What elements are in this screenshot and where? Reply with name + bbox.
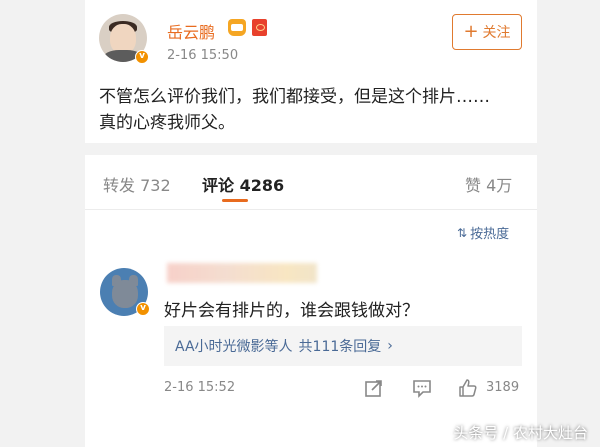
share-icon[interactable] <box>364 378 384 398</box>
sort-label: 按热度 <box>470 227 510 242</box>
chevron-right-icon: › <box>387 338 393 354</box>
follow-button[interactable]: + 关注 <box>452 14 522 50</box>
watermark: 头条号 / 农村大灶台 <box>453 424 588 442</box>
sort-icon: ⇅ <box>457 225 468 240</box>
follow-label: 关注 <box>482 25 511 41</box>
reply-count: 共111条回复 <box>298 339 382 355</box>
post-text-line: 真的心疼我师父。 <box>99 113 235 133</box>
weibo-card: v 岳云鹏 2-16 15:50 + 关注 不管怎么评价我们，我们都接受，但是这… <box>85 0 537 447</box>
crown-icon <box>228 19 246 36</box>
replies-link[interactable]: AA小时光微影等人 共111条回复 › <box>164 326 522 366</box>
post-text-line: 不管怎么评价我们，我们都接受，但是这个排片…… <box>99 87 490 107</box>
active-tab-indicator <box>222 199 248 202</box>
reply-names: AA小时光微影等人 <box>175 339 293 355</box>
section-divider <box>85 143 537 155</box>
post-text: 不管怎么评价我们，我们都接受，但是这个排片…… 真的心疼我师父。 <box>99 84 529 136</box>
comment-text: 好片会有排片的，谁会跟钱做对？ <box>164 301 419 321</box>
tab-divider <box>85 209 537 210</box>
blurred-commenter-name <box>167 263 317 283</box>
plus-icon: + <box>463 21 479 42</box>
username[interactable]: 岳云鹏 <box>167 19 215 43</box>
comment-like-count: 3189 <box>486 380 520 395</box>
verified-badge-icon: v <box>136 302 150 316</box>
comment-time: 2-16 15:52 <box>164 380 236 395</box>
red-envelope-icon <box>252 19 267 36</box>
comment-icon[interactable] <box>412 378 432 398</box>
verified-badge-icon: v <box>135 50 149 64</box>
thumbs-up-icon[interactable] <box>458 378 478 398</box>
tab-repost[interactable]: 转发 732 <box>103 172 171 196</box>
sort-by-hot-button[interactable]: ⇅ 按热度 <box>457 223 510 243</box>
tab-like[interactable]: 赞 4万 <box>465 172 512 196</box>
tab-comment[interactable]: 评论 4286 <box>202 172 284 196</box>
post-time: 2-16 15:50 <box>167 48 239 63</box>
